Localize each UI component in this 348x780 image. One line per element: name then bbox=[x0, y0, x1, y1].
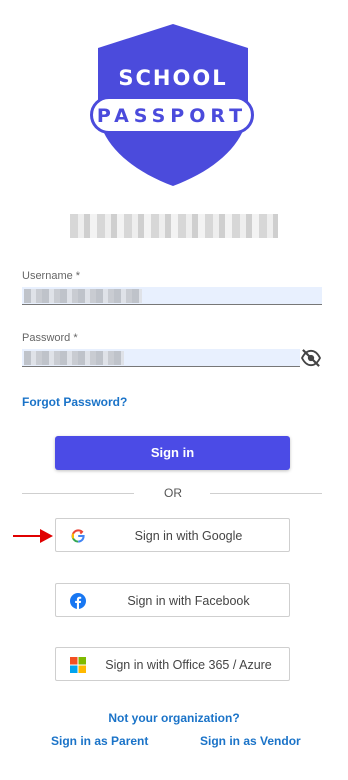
username-label: Username * bbox=[22, 270, 81, 282]
google-signin-label: Sign in with Google bbox=[134, 529, 243, 543]
office365-signin-button[interactable]: Sign in with Office 365 / Azure bbox=[55, 647, 290, 681]
logo-text-school: SCHOOL bbox=[118, 66, 228, 90]
school-passport-logo: SCHOOL PASSPORT bbox=[88, 22, 258, 188]
facebook-icon bbox=[70, 593, 86, 609]
password-field[interactable]: Password * bbox=[22, 332, 322, 367]
redacted-username bbox=[24, 289, 142, 303]
username-input[interactable] bbox=[22, 287, 322, 305]
google-icon bbox=[71, 529, 85, 543]
redacted-organization-name bbox=[70, 214, 278, 238]
password-label: Password * bbox=[22, 332, 78, 344]
google-signin-button[interactable]: Sign in with Google bbox=[55, 518, 290, 552]
password-input[interactable] bbox=[22, 349, 300, 367]
sign-in-as-vendor-link[interactable]: Sign in as Vendor bbox=[200, 734, 301, 748]
visibility-off-icon[interactable] bbox=[300, 349, 322, 367]
sign-in-button[interactable]: Sign in bbox=[55, 436, 290, 470]
microsoft-icon bbox=[70, 657, 86, 673]
forgot-password-link[interactable]: Forgot Password? bbox=[22, 395, 127, 409]
divider-left bbox=[22, 493, 134, 494]
office365-signin-label: Sign in with Office 365 / Azure bbox=[105, 658, 272, 672]
username-field[interactable]: Username * bbox=[22, 270, 322, 305]
or-separator: OR bbox=[164, 486, 182, 500]
sign-in-as-parent-link[interactable]: Sign in as Parent bbox=[51, 734, 148, 748]
facebook-signin-button[interactable]: Sign in with Facebook bbox=[55, 583, 290, 617]
redacted-password bbox=[24, 351, 124, 365]
facebook-signin-label: Sign in with Facebook bbox=[127, 594, 250, 608]
logo-pill: PASSPORT bbox=[90, 96, 254, 134]
logo-text-passport: PASSPORT bbox=[96, 105, 248, 127]
divider-right bbox=[210, 493, 322, 494]
not-your-organization-link[interactable]: Not your organization? bbox=[0, 711, 348, 725]
red-arrow-icon bbox=[13, 529, 53, 543]
